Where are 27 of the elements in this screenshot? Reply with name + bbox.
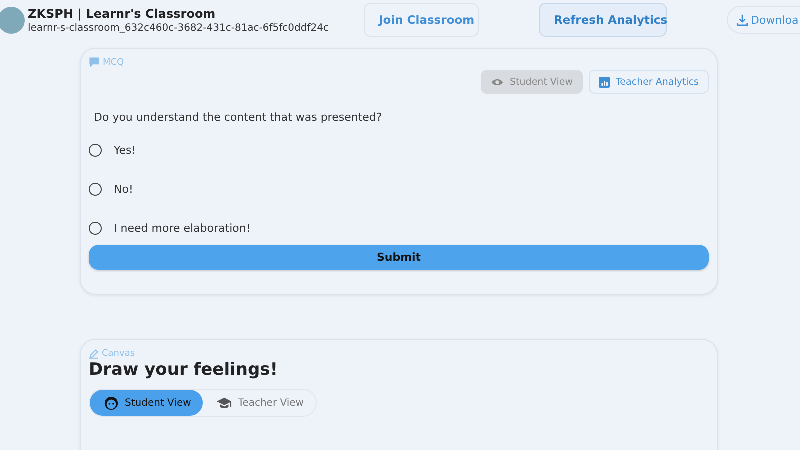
- radio-button[interactable]: [89, 222, 102, 234]
- download-icon: [736, 14, 749, 26]
- student-view-tab[interactable]: Student View: [90, 390, 204, 416]
- canvas-title: Draw your feelings!: [89, 360, 280, 380]
- classroom-title: ZKSPH | Learnr's Classroom: [28, 6, 217, 20]
- student-view-tab[interactable]: Student View: [481, 70, 583, 94]
- section-label: MCQ: [103, 58, 124, 68]
- radio-button[interactable]: [89, 144, 102, 156]
- chat-icon: [89, 57, 100, 68]
- download-button[interactable]: Downloa: [727, 6, 800, 34]
- join-classroom-button[interactable]: Join Classroom: [364, 3, 479, 37]
- refresh-analytics-button[interactable]: Refresh Analytics: [539, 3, 667, 37]
- classroom-id: learnr-s-classroom_632c460c-3682-431c-81ac-6f5fc0ddf24c: [28, 22, 329, 34]
- option-label: No!: [114, 182, 134, 196]
- teacher-analytics-tab[interactable]: Teacher Analytics: [588, 70, 709, 94]
- question-text: Do you understand the content that was presented?: [94, 111, 384, 124]
- face-icon: [104, 396, 119, 410]
- graduation-cap-icon: [217, 396, 232, 410]
- section-label: Canvas: [102, 349, 136, 359]
- pencil-icon: [89, 349, 99, 359]
- radio-button[interactable]: [89, 182, 102, 196]
- avatar: [0, 6, 25, 34]
- submit-button[interactable]: Submit: [89, 245, 709, 270]
- bar-chart-icon: [598, 76, 610, 88]
- option-label: Yes!: [114, 144, 136, 156]
- option-label: I need more elaboration!: [114, 222, 251, 234]
- teacher-view-tab[interactable]: Teacher View: [203, 390, 316, 416]
